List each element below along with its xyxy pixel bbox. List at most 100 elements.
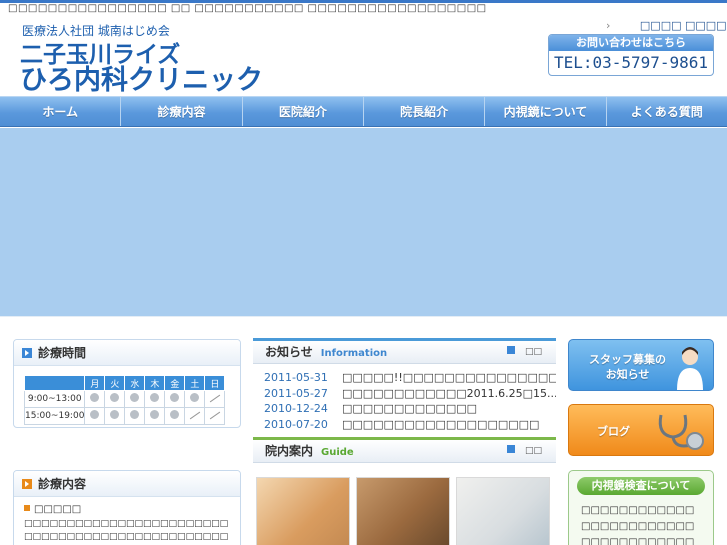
- endoscope-line: □□□□□□□□□□□□: [581, 505, 695, 516]
- news-subtitle: Information: [320, 348, 388, 359]
- contact-box[interactable]: お問い合わせはこちら TEL:03-5797-9861: [548, 34, 714, 76]
- day-wed: 水: [124, 375, 146, 391]
- mark-cell: [164, 390, 186, 408]
- service-item-label: □□□□□: [34, 504, 82, 515]
- time-morning: 9:00~13:00: [23, 390, 86, 408]
- guide-header: 院内案内 Guide □□: [253, 437, 556, 463]
- guide-photo-reception[interactable]: [256, 477, 350, 545]
- day-fri: 金: [164, 375, 186, 391]
- hours-header: 診療時間: [14, 340, 240, 366]
- hours-table: 月 火 水 木 金 土 日 9:00~13:00 15:00~19:00: [23, 375, 226, 425]
- hours-corner: [23, 375, 86, 391]
- open-dot-icon: [190, 393, 200, 402]
- contact-tel: TEL:03-5797-9861: [553, 53, 709, 72]
- news-text: □□□□□!!□□□□□□□□□□□□□□□□□□□□: [341, 371, 556, 384]
- endoscope-banner-body: □□□□□□□□□□□□ □□□□□□□□□□□□ □□□□□□□□□□□□: [569, 495, 713, 545]
- news-item[interactable]: 2011-05-31 □□□□□!!□□□□□□□□□□□□□□□□□□□□: [253, 370, 556, 386]
- hero-area: [0, 128, 727, 316]
- mark-cell: [124, 407, 146, 425]
- closed-slash-icon: [209, 411, 221, 420]
- contact-label: お問い合わせはこちら: [549, 35, 713, 51]
- clinic-logo-line2[interactable]: ひろ内科クリニック: [20, 58, 263, 97]
- news-box: お知らせ Information □□ 2011-05-31 □□□□□!!□□□□…: [253, 338, 556, 430]
- open-dot-icon: [90, 393, 100, 402]
- staff-banner-line2: お知らせ: [605, 368, 650, 381]
- news-date: 2011-05-31: [264, 371, 328, 384]
- staff-recruit-banner[interactable]: スタッフ募集の お知らせ: [568, 339, 714, 391]
- arrow-square-icon: [506, 445, 515, 453]
- header-link-1[interactable]: □□□□: [640, 19, 682, 32]
- open-dot-icon: [90, 410, 100, 419]
- services-header: 診療内容: [14, 471, 240, 497]
- nav-home[interactable]: ホーム: [0, 97, 122, 126]
- service-item-text: □□□□□□□□□□□□□□□□□□□□□□□□□□□□□□□□□□□□□□□□…: [24, 519, 229, 542]
- open-dot-icon: [130, 410, 140, 419]
- guide-controls-label: □□: [524, 446, 542, 456]
- endoscope-banner[interactable]: 内視鏡検査について □□□□□□□□□□□□ □□□□□□□□□□□□ □□□□…: [568, 470, 714, 545]
- guide-photo-room[interactable]: [356, 477, 450, 545]
- open-dot-icon: [170, 393, 180, 402]
- day-tue: 火: [104, 375, 126, 391]
- news-item[interactable]: 2011-05-27 □□□□□□□□□□□□2011.6.25□15...: [253, 386, 556, 402]
- nav-director[interactable]: 院長紹介: [364, 97, 486, 126]
- page: □□□□□□□□□□□□□□□□ □□ □□□□□□□□□□□ □□□□□□□□…: [0, 0, 727, 545]
- open-dot-icon: [150, 393, 160, 402]
- arrow-square-icon: [22, 479, 32, 489]
- services-title: 診療内容: [38, 477, 87, 491]
- mark-cell: [204, 407, 226, 425]
- time-afternoon: 15:00~19:00: [23, 407, 86, 425]
- endoscope-line: □□□□□□□□□□□□: [581, 521, 695, 532]
- open-dot-icon: [170, 410, 180, 419]
- news-title: お知らせ: [265, 345, 313, 359]
- nav-clinic[interactable]: 医院紹介: [243, 97, 364, 126]
- news-list: 2011-05-31 □□□□□!!□□□□□□□□□□□□□□□□□□□□ 20…: [253, 364, 556, 430]
- guide-subtitle: Guide: [321, 447, 354, 458]
- arrow-icon: ›: [606, 19, 611, 32]
- news-text: □□□□□□□□□□□□□□□□□□□: [341, 417, 540, 431]
- news-item[interactable]: 2010-07-20 □□□□□□□□□□□□□□□□□□□: [253, 417, 556, 431]
- main-nav: ホーム 診療内容 医院紹介 院長紹介 内視鏡について よくある質問: [0, 96, 727, 127]
- header-link-2[interactable]: □□□□□□: [685, 19, 727, 32]
- staff-banner-line1: スタッフ募集の: [589, 353, 666, 366]
- guide-controls[interactable]: □□: [506, 440, 542, 462]
- mark-cell: [144, 407, 166, 425]
- staff-banner-text: スタッフ募集の お知らせ: [589, 352, 666, 382]
- news-text: □□□□□□□□□□□□2011.6.25□15...: [341, 386, 556, 400]
- service-item-title[interactable]: □□□□□: [24, 504, 81, 515]
- day-sat: 土: [184, 375, 206, 391]
- mark-cell: [104, 407, 126, 425]
- nav-endoscope[interactable]: 内視鏡について: [485, 97, 607, 126]
- mark-cell: [124, 390, 146, 408]
- guide-photo-equipment[interactable]: [456, 477, 550, 545]
- day-sun: 日: [204, 375, 226, 391]
- endoscope-banner-title: 内視鏡検査について: [577, 477, 705, 495]
- open-dot-icon: [110, 393, 120, 402]
- nav-faq[interactable]: よくある質問: [607, 97, 727, 126]
- day-thu: 木: [144, 375, 166, 391]
- mark-cell: [84, 390, 106, 408]
- open-dot-icon: [110, 410, 120, 419]
- news-text: □□□□□□□□□□□□□: [341, 402, 478, 415]
- news-date: 2010-07-20: [264, 417, 328, 431]
- mark-cell: [104, 390, 126, 408]
- blog-banner-text: ブログ: [597, 425, 630, 438]
- mark-cell: [144, 390, 166, 408]
- blog-banner[interactable]: ブログ: [568, 404, 714, 456]
- news-date: 2011-05-27: [264, 386, 328, 400]
- header-tagline: □□□□□□□□□□□□□□□□ □□ □□□□□□□□□□□ □□□□□□□□…: [8, 3, 487, 14]
- hours-row-morning: 9:00~13:00: [23, 390, 226, 408]
- open-dot-icon: [130, 393, 140, 402]
- hours-row-afternoon: 15:00~19:00: [23, 407, 226, 425]
- mark-cell: [204, 390, 226, 408]
- news-item[interactable]: 2010-12-24 □□□□□□□□□□□□□: [253, 401, 556, 417]
- hours-box: 診療時間 月 火 水 木 金 土 日 9:00~13:00 15:00~19:0…: [13, 339, 241, 428]
- hours-head-row: 月 火 水 木 金 土 日: [23, 375, 226, 391]
- services-box: 診療内容 □□□□□ □□□□□□□□□□□□□□□□□□□□□□□□□□□□□…: [13, 470, 241, 545]
- news-controls[interactable]: □□: [506, 341, 542, 363]
- mark-cell: [164, 407, 186, 425]
- guide-photos: [256, 477, 550, 545]
- mark-cell: [84, 407, 106, 425]
- nav-services[interactable]: 診療内容: [121, 97, 243, 126]
- mark-cell: [184, 390, 206, 408]
- guide-title: 院内案内: [265, 444, 314, 458]
